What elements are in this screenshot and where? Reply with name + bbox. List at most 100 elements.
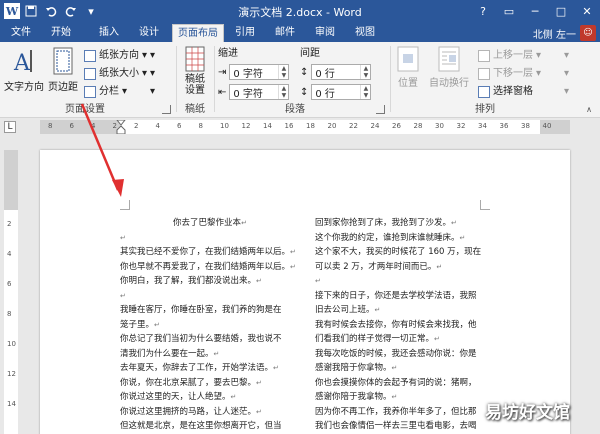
ruler-row: L 8 6 4 2 2 4 6 8 10 12 14 16 18 20 22 24 26 28 30 32 34 36 38… xyxy=(0,118,600,136)
manuscript-settings-button[interactable]: 稿纸 设置 xyxy=(180,46,210,96)
indent-left-icon: ⇥ xyxy=(218,66,227,78)
text-line: 笼子里。↵ xyxy=(120,319,160,330)
manuscript-group-label: 稿纸 xyxy=(185,104,205,115)
right-column[interactable]: 回到家你抢到了床，我抢到了沙发。↵ 这个你我的约定，谁抢到床谁就睡床。↵ 这个家不大… xyxy=(315,216,495,434)
line-numbers-button[interactable]: ▾ xyxy=(150,66,155,82)
tab-references[interactable]: 引用 xyxy=(230,24,260,42)
ruler-number: 6 xyxy=(177,122,182,130)
orientation-button[interactable]: 纸张方向 ▾ xyxy=(84,48,147,64)
selection-pane-icon xyxy=(478,86,490,98)
indent-right-input[interactable]: 0 字符 ▲ ▼ xyxy=(229,84,290,100)
spin-arrows-icon[interactable]: ▲ ▼ xyxy=(360,85,370,99)
paragraph-mark-icon: ↵ xyxy=(315,277,321,285)
redo-icon[interactable] xyxy=(62,3,80,19)
bring-forward-button[interactable]: 上移一层 ▾ xyxy=(478,48,541,64)
collapse-ribbon-icon[interactable]: ∧ xyxy=(586,105,592,114)
columns-button[interactable]: 分栏 ▾ xyxy=(84,84,127,100)
wrap-text-button[interactable]: 自动换行 xyxy=(424,46,474,89)
word-logo-icon: W xyxy=(4,3,20,19)
ruler-number: 34 xyxy=(478,122,487,130)
ruler-number: 6 xyxy=(7,280,12,288)
hyphenation-button[interactable]: ▾ xyxy=(150,84,155,100)
spacing-header: 间距 xyxy=(300,48,320,59)
ruler-number: 20 xyxy=(327,122,337,130)
size-button[interactable]: 纸张大小 ▾ xyxy=(84,66,147,82)
tab-selector[interactable]: L xyxy=(4,121,16,133)
text-line: 这个家不大，我买的时候花了 160 万，现在 xyxy=(315,247,482,257)
help-button[interactable]: ? xyxy=(470,0,496,22)
orientation-label: 纸张方向 xyxy=(99,50,139,61)
align-button[interactable]: ▾ xyxy=(564,48,569,64)
save-icon[interactable] xyxy=(22,3,40,19)
minimize-button[interactable]: ─ xyxy=(522,0,548,22)
tab-file[interactable]: 文件 xyxy=(4,24,38,42)
close-button[interactable]: ✕ xyxy=(574,0,600,22)
indent-marker-icon[interactable] xyxy=(116,120,126,134)
horizontal-ruler[interactable]: 8 6 4 2 2 4 6 8 10 12 14 16 18 20 22 24 26 28 30 32 34 36 38 40 xyxy=(40,120,570,134)
ruler-number: 4 xyxy=(7,250,12,258)
maximize-button[interactable]: □ xyxy=(548,0,574,22)
group-button[interactable]: ▾ xyxy=(564,66,569,82)
paragraph-mark-icon: ↵ xyxy=(434,335,440,343)
vertical-ruler[interactable]: 2 4 6 8 10 12 14 xyxy=(4,150,18,434)
indent-left-input[interactable]: 0 字符 ▲ ▼ xyxy=(229,64,290,80)
paragraph-mark-icon: ↵ xyxy=(256,378,262,387)
paragraph-mark-icon: ↵ xyxy=(459,233,466,242)
ribbon-display-button[interactable]: ▭ xyxy=(496,0,522,22)
text-line: ↵ xyxy=(315,274,495,289)
tab-home[interactable]: 开始 xyxy=(44,24,78,42)
user-account[interactable]: 北侧 左一 ☺ xyxy=(533,24,596,42)
margins-button[interactable]: 页边距 xyxy=(46,46,80,93)
send-backward-icon xyxy=(478,68,490,80)
paragraph-mark-icon: ↵ xyxy=(391,364,398,372)
spin-arrows-icon[interactable]: ▲ ▼ xyxy=(278,65,288,79)
customize-qat-icon[interactable]: ▾ xyxy=(82,3,100,19)
text-direction-label: 文字方向 xyxy=(4,82,44,93)
ruler-number: 28 xyxy=(413,122,423,130)
tab-review[interactable]: 审阅 xyxy=(308,24,342,42)
paragraph-mark-icon: ↵ xyxy=(154,320,160,329)
ruler-number: 26 xyxy=(392,122,401,130)
ribbon: A 文字方向 页边距 纸张方向 ▾ 纸张大小 ▾ 分栏 ▾ ▾ ▾ ▾ 页面设置 稿纸… xyxy=(0,42,600,118)
tab-insert[interactable]: 插入 xyxy=(92,24,126,42)
watermark-text: 易坊好文馆 xyxy=(485,403,570,423)
text-line: 你去了巴黎作业本↵ xyxy=(173,218,247,228)
paragraph-mark-icon: ↵ xyxy=(213,349,220,358)
text-direction-button[interactable]: A 文字方向 xyxy=(4,46,44,93)
tab-design[interactable]: 设计 xyxy=(132,24,166,42)
rotate-button[interactable]: ▾ xyxy=(564,84,569,100)
bring-forward-icon xyxy=(478,50,490,62)
text-line: 你说，你在北京呆腻了，要去巴黎。↵ xyxy=(120,377,262,388)
undo-icon[interactable] xyxy=(42,3,60,19)
spacing-before-input[interactable]: 0 行 ▲ ▼ xyxy=(311,64,372,80)
spin-arrows-icon[interactable]: ▲ ▼ xyxy=(278,85,288,99)
text-line: 回到家你抢到了床，我抢到了沙发。↵ xyxy=(315,218,457,228)
spin-arrows-icon[interactable]: ▲ ▼ xyxy=(360,65,370,79)
paragraph-group-label: 段落 xyxy=(285,104,305,115)
selection-pane-button[interactable]: 选择窗格 xyxy=(478,84,533,100)
text-line: 清我们为什么要在一起。↵ xyxy=(120,348,220,359)
spacing-after-input[interactable]: 0 行 ▲ ▼ xyxy=(311,84,372,100)
text-direction-icon: A xyxy=(13,50,32,76)
paragraph-mark-icon: ↵ xyxy=(256,407,262,416)
send-backward-button[interactable]: 下移一层 ▾ xyxy=(478,66,541,82)
tab-mailings[interactable]: 邮件 xyxy=(268,24,302,42)
ruler-number: 8 xyxy=(7,310,12,318)
paragraph-mark-icon: ↵ xyxy=(241,219,247,227)
document-page[interactable]: 你去了巴黎作业本↵ ↵ 其实我已经不爱你了，在我们结婚两年以后。↵ 你也早就不再爱我了… xyxy=(40,150,570,434)
paragraph-mark-icon: ↵ xyxy=(436,262,443,271)
page-setup-launcher-icon[interactable] xyxy=(162,105,171,114)
tab-page-layout[interactable]: 页面布局 xyxy=(172,24,224,42)
position-icon xyxy=(397,46,419,72)
text-line: 感谢你陪于我拿物。↵ xyxy=(315,392,398,402)
paragraph-launcher-icon[interactable] xyxy=(376,105,385,114)
paragraph-mark-icon: ↵ xyxy=(451,219,457,227)
tab-view[interactable]: 视图 xyxy=(348,24,382,42)
ruler-number: 16 xyxy=(284,122,294,130)
paragraph-mark-icon: ↵ xyxy=(290,248,296,256)
breaks-button[interactable]: ▾ xyxy=(150,48,155,64)
title-bar: W ▾ 演示文档 2.docx - Word ? ▭ ─ □ ✕ xyxy=(0,0,600,22)
left-column[interactable]: 你去了巴黎作业本↵ ↵ 其实我已经不爱你了，在我们结婚两年以后。↵ 你也早就不再爱我了… xyxy=(120,216,300,434)
indent-left-row: ⇥ 0 字符 ▲ ▼ xyxy=(218,64,290,80)
position-button[interactable]: 位置 xyxy=(394,46,422,89)
